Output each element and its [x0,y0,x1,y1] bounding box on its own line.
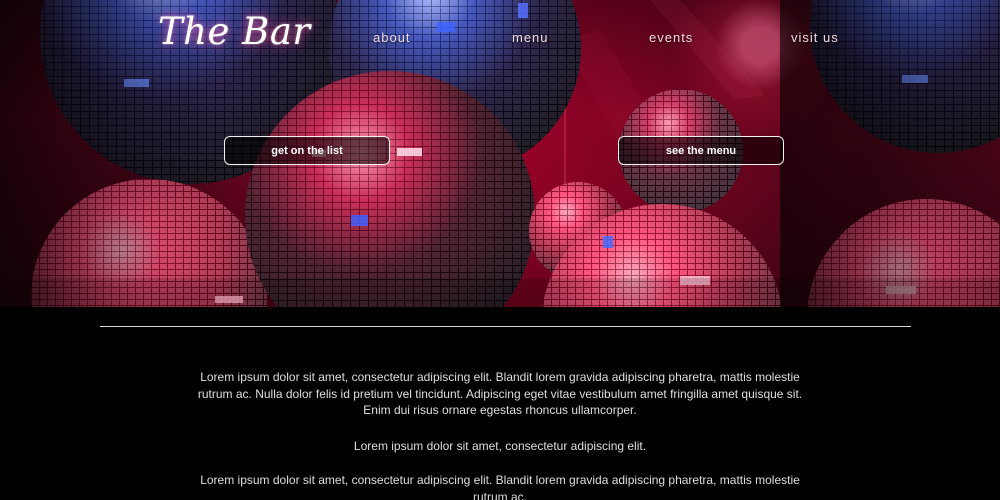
nav-link-events[interactable]: events [649,30,693,45]
content-section: Lorem ipsum dolor sit amet, consectetur … [0,307,1000,500]
main-navigation: about menu events visit us [0,30,1000,50]
secondary-paragraph: Lorem ipsum dolor sit amet, consectetur … [200,473,800,500]
nav-link-menu[interactable]: menu [512,30,549,45]
section-divider [100,326,911,327]
landing-page: The Bar about menu events visit us get o… [0,0,1000,500]
nav-link-about[interactable]: about [373,30,411,45]
nav-link-visit-us[interactable]: visit us [791,30,839,45]
intro-paragraph: Lorem ipsum dolor sit amet, consectetur … [197,370,803,417]
see-the-menu-button[interactable]: see the menu [618,136,784,165]
hero-banner: The Bar about menu events visit us get o… [0,0,1000,307]
short-paragraph: Lorem ipsum dolor sit amet, consectetur … [353,439,647,453]
get-on-the-list-button[interactable]: get on the list [224,136,390,165]
